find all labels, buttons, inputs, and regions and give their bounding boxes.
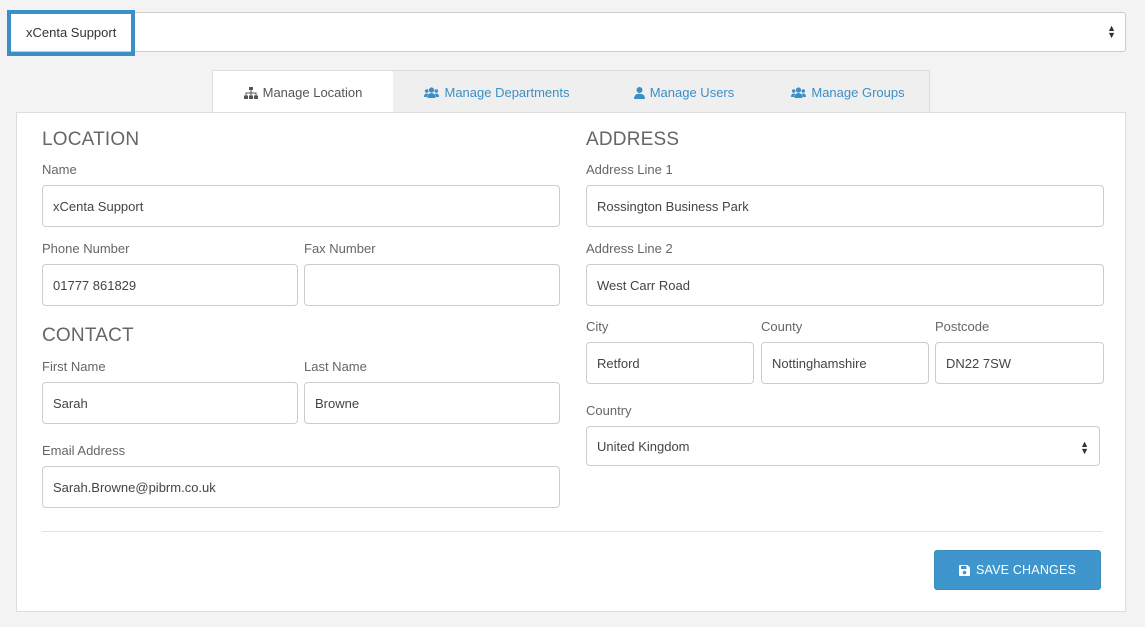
sitemap-icon bbox=[243, 86, 258, 99]
last-name-label: Last Name bbox=[304, 359, 367, 374]
save-changes-button[interactable]: SAVE CHANGES bbox=[934, 550, 1101, 590]
address-line2-label: Address Line 2 bbox=[586, 241, 673, 256]
tab-manage-location[interactable]: Manage Location bbox=[213, 71, 393, 114]
address-line2-input[interactable]: West Carr Road bbox=[586, 264, 1104, 306]
tab-label: Manage Departments bbox=[444, 85, 570, 100]
select-arrows-icon: ▲ ▼ bbox=[1107, 23, 1116, 40]
tab-manage-users[interactable]: Manage Users bbox=[601, 71, 767, 114]
postcode-label: Postcode bbox=[935, 319, 990, 334]
email-label: Email Address bbox=[42, 443, 126, 458]
location-form-panel: LOCATION Name xCenta Support Phone Numbe… bbox=[16, 112, 1126, 612]
tab-bar: Manage Location Manage Departments Manag… bbox=[212, 70, 930, 114]
name-input[interactable]: xCenta Support bbox=[42, 185, 560, 227]
users-icon bbox=[424, 87, 440, 98]
tab-label: Manage Groups bbox=[811, 85, 905, 100]
fax-input[interactable] bbox=[304, 264, 560, 306]
city-label: City bbox=[586, 319, 609, 334]
phone-input[interactable]: 01777 861829 bbox=[42, 264, 298, 306]
location-selector[interactable]: xCenta Support ▲ ▼ bbox=[8, 12, 1126, 52]
tab-label: Manage Location bbox=[262, 85, 363, 100]
contact-heading: CONTACT bbox=[42, 325, 134, 346]
first-name-input[interactable]: Sarah bbox=[42, 382, 298, 424]
county-label: County bbox=[761, 319, 803, 334]
first-name-label: First Name bbox=[42, 359, 106, 374]
postcode-input[interactable]: DN22 7SW bbox=[935, 342, 1104, 384]
last-name-input[interactable]: Browne bbox=[304, 382, 560, 424]
city-input[interactable]: Retford bbox=[586, 342, 754, 384]
tab-label: Manage Users bbox=[649, 85, 735, 100]
location-heading: LOCATION bbox=[42, 129, 140, 150]
address-heading: ADDRESS bbox=[586, 129, 680, 150]
users-icon bbox=[791, 87, 807, 98]
email-input[interactable]: Sarah.Browne@pibrm.co.uk bbox=[42, 466, 560, 508]
country-select[interactable]: United Kingdom ▲ ▼ bbox=[586, 426, 1100, 466]
name-label: Name bbox=[42, 162, 77, 177]
address-line1-input[interactable]: Rossington Business Park bbox=[586, 185, 1104, 227]
country-label: Country bbox=[586, 403, 632, 418]
phone-label: Phone Number bbox=[42, 241, 130, 256]
country-value: United Kingdom bbox=[597, 438, 690, 454]
county-input[interactable]: Nottinghamshire bbox=[761, 342, 929, 384]
tab-manage-groups[interactable]: Manage Groups bbox=[767, 71, 929, 114]
address-line1-label: Address Line 1 bbox=[586, 162, 673, 177]
fax-label: Fax Number bbox=[304, 241, 376, 256]
user-icon bbox=[633, 86, 645, 99]
select-arrows-icon: ▲ ▼ bbox=[1080, 439, 1089, 456]
form-divider bbox=[42, 531, 1102, 532]
tab-manage-departments[interactable]: Manage Departments bbox=[393, 71, 601, 114]
selection-highlight bbox=[7, 10, 135, 56]
save-changes-label: SAVE CHANGES bbox=[975, 563, 1077, 577]
floppy-disk-icon bbox=[958, 564, 970, 576]
